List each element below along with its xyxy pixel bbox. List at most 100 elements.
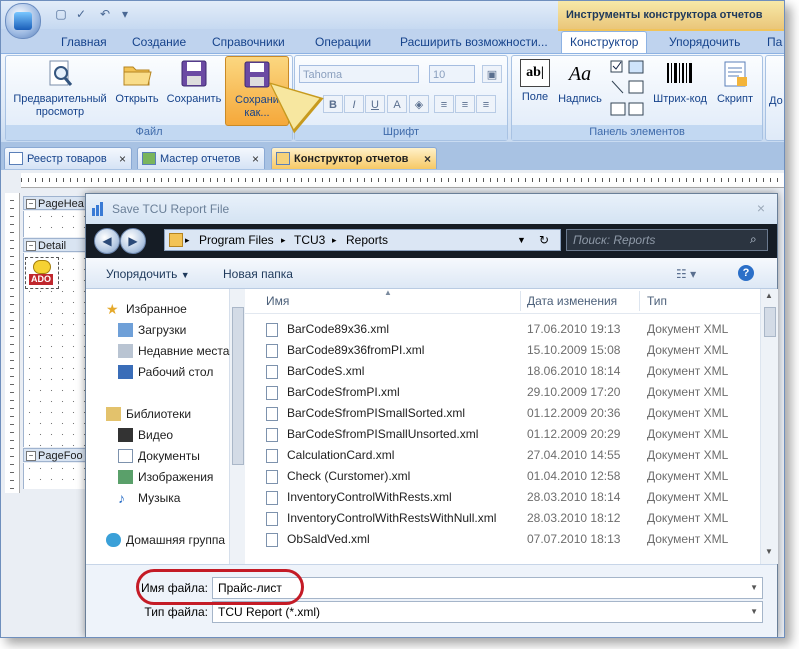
quick-access-dropdown-icon[interactable]: ▾ (117, 6, 133, 22)
doc-tab-goods-registry[interactable]: Реестр товаров × (4, 147, 132, 169)
column-date[interactable]: Дата изменения (527, 294, 617, 308)
chevron-down-icon[interactable]: ▼ (750, 602, 758, 622)
scroll-up-icon[interactable]: ▲ (765, 291, 773, 300)
file-name: BarCode89x36.xml (287, 322, 390, 336)
file-scroll-thumb[interactable] (764, 307, 776, 337)
column-type[interactable]: Тип (647, 294, 667, 308)
script-button[interactable]: Скрипт (713, 59, 757, 106)
forward-icon[interactable]: ▶ (120, 228, 146, 254)
nav-libraries[interactable]: Библиотеки (106, 404, 191, 424)
bold-button[interactable]: B (323, 95, 343, 113)
save-button[interactable]: Сохранить (163, 59, 225, 106)
field-button[interactable]: ab| Поле (517, 59, 553, 104)
file-row[interactable]: BarCodeSfromPISmallUnsorted.xml 01.12.200… (266, 424, 756, 445)
align-right-icon[interactable]: ≡ (476, 95, 496, 113)
open-button[interactable]: Открыть (113, 59, 161, 106)
column-name[interactable]: Имя (266, 294, 289, 308)
label-button[interactable]: Aa Надпись (555, 59, 605, 106)
file-row[interactable]: BarCode89x36fromPI.xml 15.10.2009 15:08 До… (266, 340, 756, 361)
breadcrumb-program-files[interactable]: Program Files (199, 230, 274, 250)
search-icon[interactable]: ⌕ (750, 232, 757, 247)
nav-downloads[interactable]: Загрузки (118, 320, 186, 340)
ado-component[interactable]: ADO (25, 257, 59, 289)
close-icon[interactable]: × (252, 148, 259, 170)
tab-extend[interactable]: Расширить возможности... (400, 33, 548, 53)
fill-color-icon[interactable]: ◈ (409, 95, 429, 113)
band-page-header-body[interactable] (23, 211, 86, 237)
help-icon[interactable]: ? (738, 265, 754, 281)
tab-directories[interactable]: Справочники (212, 33, 285, 53)
check-icon[interactable]: ✓ (73, 6, 89, 22)
nav-music[interactable]: ♪ Музыка (118, 488, 180, 508)
close-icon[interactable]: × (753, 200, 769, 216)
more-button[interactable]: До (769, 95, 784, 108)
file-date: 28.03.2010 18:12 (527, 511, 621, 525)
nav-homegroup[interactable]: Домашняя группа (106, 530, 225, 550)
column-separator[interactable] (639, 291, 640, 311)
band-page-footer[interactable]: − PageFoo (23, 448, 87, 462)
column-separator[interactable] (520, 291, 521, 311)
breadcrumb-arrow-icon[interactable]: ▸ (281, 230, 286, 250)
file-row[interactable]: BarCodeS.xml 18.06.2010 18:14 Документ XML (266, 361, 756, 382)
filetype-select[interactable]: TCU Report (*.xml) ▼ (212, 601, 763, 623)
underline-button[interactable]: U (365, 95, 385, 113)
refresh-icon[interactable]: ↻ (539, 230, 549, 250)
barcode-button[interactable]: Штрих-код (649, 59, 711, 106)
nav-scrollbar[interactable] (229, 289, 245, 564)
tab-designer[interactable]: Конструктор (561, 31, 648, 54)
band-detail[interactable]: − Detail (23, 238, 87, 252)
file-row[interactable]: InventoryControlWithRestsWithNull.xml 28.… (266, 508, 756, 529)
font-color-button[interactable]: A (387, 95, 407, 113)
borders-icon[interactable]: ▣ (482, 65, 502, 83)
nav-images[interactable]: Изображения (118, 467, 213, 487)
nav-favorites[interactable]: ★ Избранное (106, 299, 187, 319)
nav-scroll-thumb[interactable] (232, 307, 244, 465)
doc-tab-report-wizard[interactable]: Мастер отчетов × (137, 147, 265, 169)
nav-recent[interactable]: Недавние места (118, 341, 229, 361)
tab-operations[interactable]: Операции (315, 33, 371, 53)
nav-desktop[interactable]: Рабочий стол (118, 362, 213, 382)
breadcrumb-arrow-icon[interactable]: ▸ (332, 230, 337, 250)
tab-arrange[interactable]: Упорядочить (669, 33, 740, 53)
file-row[interactable]: Check (Curstomer).xml 01.04.2010 12:58 Док… (266, 466, 756, 487)
address-bar[interactable]: ▸ Program Files ▸ TCU3 ▸ Reports ▼ ↻ (164, 229, 561, 251)
undo-icon[interactable]: ↶ (97, 6, 113, 22)
nav-video[interactable]: Видео (118, 425, 173, 445)
organize-button[interactable]: Упорядочить ▼ (106, 266, 190, 283)
view-options-icon[interactable]: ☷ ▾ (676, 266, 696, 282)
file-row[interactable]: BarCodeSfromPISmallSorted.xml 01.12.2009 … (266, 403, 756, 424)
italic-button[interactable]: I (344, 95, 364, 113)
search-input[interactable]: Поиск: Reports (566, 229, 768, 251)
file-row[interactable]: CalculationCard.xml 27.04.2010 14:55 Докум… (266, 445, 756, 466)
file-row[interactable]: InventoryControlWithRests.xml 28.03.2010 … (266, 487, 756, 508)
file-list-scrollbar[interactable]: ▼ ▲ (760, 289, 778, 564)
breadcrumb-tcu3[interactable]: TCU3 (294, 230, 325, 250)
breadcrumb-arrow-icon[interactable]: ▸ (185, 230, 190, 250)
file-row[interactable]: BarCode89x36.xml 17.06.2010 19:13 Документ… (266, 319, 756, 340)
address-dropdown-icon[interactable]: ▼ (517, 230, 526, 250)
align-center-icon[interactable]: ≡ (455, 95, 475, 113)
tab-page[interactable]: Па (767, 33, 782, 53)
new-folder-button[interactable]: Новая папка (223, 266, 293, 282)
file-row[interactable]: ObSaldVed.xml 07.07.2010 18:13 Документ XM… (266, 529, 756, 550)
band-page-footer-body[interactable] (23, 463, 86, 489)
close-icon[interactable]: × (119, 148, 126, 170)
font-name-combo[interactable]: Tahoma (299, 65, 419, 83)
scroll-down-icon[interactable]: ▼ (765, 547, 773, 556)
breadcrumb-reports[interactable]: Reports (346, 230, 388, 250)
new-doc-icon[interactable]: ▢ (53, 6, 69, 22)
chevron-down-icon[interactable]: ▼ (750, 578, 758, 598)
xml-file-icon (266, 386, 278, 400)
back-icon[interactable]: ◀ (94, 228, 120, 254)
tab-home[interactable]: Главная (61, 33, 107, 53)
nav-documents[interactable]: Документы (118, 446, 200, 466)
doc-tab-report-designer[interactable]: Конструктор отчетов × (271, 147, 437, 169)
close-icon[interactable]: × (424, 148, 431, 170)
app-logo-icon[interactable] (5, 3, 41, 39)
tab-create[interactable]: Создание (132, 33, 186, 53)
band-page-header[interactable]: − PageHea (23, 196, 87, 210)
font-size-combo[interactable]: 10 (429, 65, 475, 83)
preview-button[interactable]: Предварительный просмотр (9, 59, 111, 119)
align-left-icon[interactable]: ≡ (434, 95, 454, 113)
file-row[interactable]: BarCodeSfromPI.xml 29.10.2009 17:20 Докуме… (266, 382, 756, 403)
